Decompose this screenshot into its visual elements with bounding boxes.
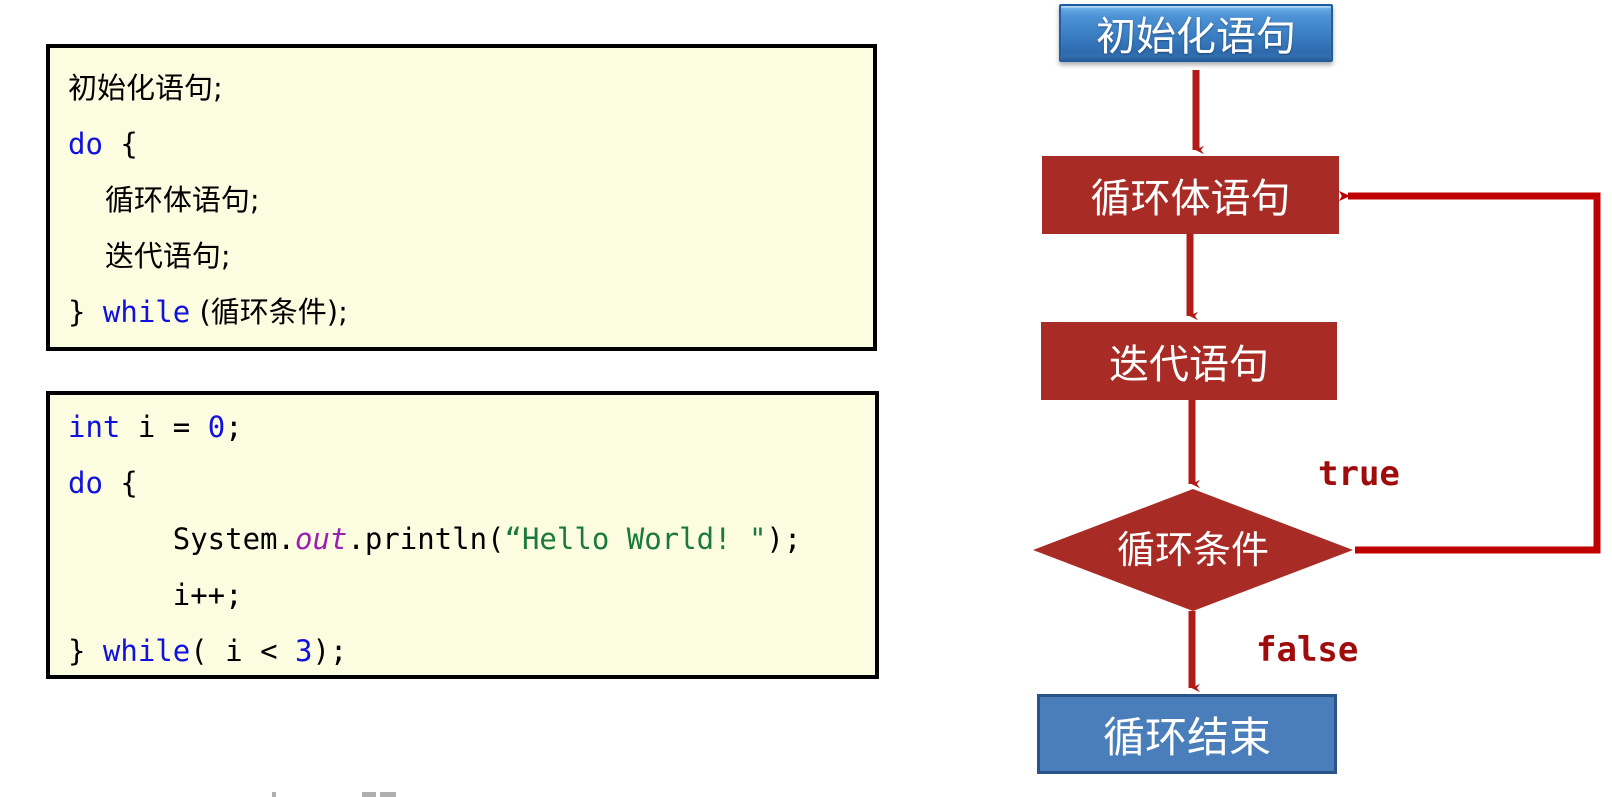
code-token: 循环体语句; — [68, 183, 260, 217]
code-line: System.out.println(“Hello World! "); — [68, 522, 802, 556]
code-line: } while( i < 3); — [68, 637, 347, 666]
flow-node-condition-label: 循环条件 — [1116, 527, 1269, 572]
code-token: while — [102, 634, 191, 668]
slide-canvas: 初始化语句; do { 循环体语句; 迭代语句; } while (循环条件);… — [0, 0, 1612, 797]
code-token: { — [102, 127, 138, 161]
code-token: ( i < — [190, 634, 295, 668]
code-token: int — [68, 410, 121, 444]
code-line: 迭代语句; — [68, 242, 231, 271]
code-line: 循环体语句; — [68, 186, 260, 215]
code-line: } while (循环条件); — [68, 298, 348, 327]
flow-node-end[interactable]: 循环结束 — [1037, 694, 1337, 774]
edge-condition-to-body-true — [1339, 190, 1601, 554]
code-token: 3 — [295, 634, 313, 668]
code-token: (循环条件); — [190, 295, 348, 329]
code-line: do { — [68, 130, 138, 159]
code-token: ; — [225, 410, 243, 444]
code-token: i = — [120, 410, 208, 444]
pseudocode-box: 初始化语句; do { 循环体语句; 迭代语句; } while (循环条件); — [46, 44, 877, 351]
code-line: int i = 0; — [68, 413, 243, 442]
code-token: .println( — [347, 522, 505, 556]
code-token: 0 — [207, 410, 226, 444]
edge-label-false: false — [1256, 630, 1359, 670]
code-token: 初始化语句; — [68, 71, 223, 105]
code-token: “Hello World! " — [504, 522, 767, 556]
code-token: 迭代语句; — [68, 239, 231, 273]
flow-node-init[interactable]: 初始化语句 — [1059, 4, 1333, 62]
flow-node-init-label: 初始化语句 — [1096, 14, 1296, 60]
code-line: i++; — [68, 581, 243, 610]
code-token: } — [68, 295, 103, 329]
code-token: while — [102, 295, 191, 329]
flow-node-condition[interactable]: 循环条件 — [1033, 489, 1353, 611]
flow-node-loop-body[interactable]: 循环体语句 — [1042, 156, 1339, 234]
code-token: System. — [68, 522, 295, 556]
flow-node-loop-body-label: 循环体语句 — [1090, 176, 1291, 222]
code-token: { — [102, 466, 138, 500]
java-example-box: int i = 0; do { System.out.println(“Hell… — [46, 391, 879, 679]
edge-label-true: true — [1318, 454, 1400, 494]
code-line: do { — [68, 469, 138, 498]
code-token: i++; — [68, 578, 243, 612]
code-token: ); — [312, 634, 348, 668]
cropped-bottom-text-artifact — [0, 790, 1612, 797]
code-token: } — [68, 634, 103, 668]
flow-node-iteration-label: 迭代语句 — [1109, 342, 1269, 388]
code-line: 初始化语句; — [68, 74, 223, 103]
flow-node-iteration[interactable]: 迭代语句 — [1041, 322, 1337, 400]
code-token: do — [68, 466, 103, 500]
flow-node-end-label: 循环结束 — [1102, 712, 1271, 762]
code-token: do — [68, 127, 103, 161]
code-token: ); — [766, 522, 802, 556]
code-token: out — [294, 522, 348, 556]
